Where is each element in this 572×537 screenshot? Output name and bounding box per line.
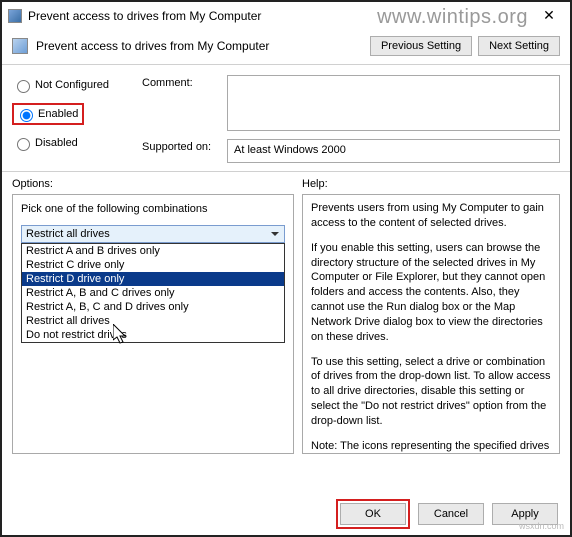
drive-combo-option[interactable]: Restrict D drive only (22, 272, 284, 286)
titlebar: Prevent access to drives from My Compute… (2, 2, 570, 30)
radio-group: Not Configured Enabled Disabled (12, 75, 142, 163)
options-pane: Pick one of the following combinations R… (12, 194, 294, 454)
drive-combo[interactable]: Restrict all drives Restrict A and B dri… (21, 225, 285, 243)
drive-combo-option[interactable]: Restrict all drives (22, 314, 284, 328)
supported-on-label: Supported on: (142, 139, 227, 153)
comment-textarea[interactable] (227, 75, 560, 131)
previous-setting-button[interactable]: Previous Setting (370, 36, 472, 56)
supported-on-value: At least Windows 2000 (227, 139, 560, 163)
radio-disabled[interactable]: Disabled (12, 135, 142, 151)
drive-combo-display[interactable]: Restrict all drives (21, 225, 285, 243)
window-icon (8, 9, 22, 23)
ok-button[interactable]: OK (340, 503, 406, 525)
help-paragraph: Prevents users from using My Computer to… (311, 201, 551, 231)
drive-combo-option[interactable]: Do not restrict drives (22, 328, 284, 342)
drive-combo-option[interactable]: Restrict C drive only (22, 258, 284, 272)
drive-combo-option[interactable]: Restrict A and B drives only (22, 244, 284, 258)
help-paragraph: To use this setting, select a drive or c… (311, 355, 551, 429)
help-paragraph: If you enable this setting, users can br… (311, 241, 551, 345)
policy-title: Prevent access to drives from My Compute… (36, 39, 364, 53)
radio-enabled-input[interactable] (20, 109, 33, 122)
cancel-button[interactable]: Cancel (418, 503, 484, 525)
help-pane[interactable]: Prevents users from using My Computer to… (302, 194, 560, 454)
radio-disabled-label: Disabled (35, 137, 78, 149)
comment-label: Comment: (142, 75, 227, 89)
header-row: Prevent access to drives from My Compute… (2, 30, 570, 65)
radio-enabled[interactable]: Enabled (15, 106, 78, 122)
ok-highlight-box: OK (336, 499, 410, 529)
window-title: Prevent access to drives from My Compute… (28, 9, 532, 23)
options-label: Options: (12, 178, 302, 190)
policy-icon (12, 38, 28, 54)
radio-not-configured[interactable]: Not Configured (12, 77, 142, 93)
options-prompt: Pick one of the following combinations (21, 203, 285, 215)
footer-buttons: OK Cancel Apply (336, 499, 558, 529)
radio-not-configured-input[interactable] (17, 80, 30, 93)
drive-combo-list[interactable]: Restrict A and B drives onlyRestrict C d… (21, 243, 285, 343)
help-label: Help: (302, 178, 560, 190)
help-paragraph: Note: The icons representing the specifi… (311, 439, 551, 454)
drive-combo-option[interactable]: Restrict A, B and C drives only (22, 286, 284, 300)
drive-combo-option[interactable]: Restrict A, B, C and D drives only (22, 300, 284, 314)
radio-enabled-label: Enabled (38, 108, 78, 120)
next-setting-button[interactable]: Next Setting (478, 36, 560, 56)
radio-not-configured-label: Not Configured (35, 79, 109, 91)
radio-disabled-input[interactable] (17, 138, 30, 151)
enabled-highlight-box: Enabled (12, 103, 84, 125)
apply-button[interactable]: Apply (492, 503, 558, 525)
close-button[interactable]: ✕ (532, 6, 566, 26)
